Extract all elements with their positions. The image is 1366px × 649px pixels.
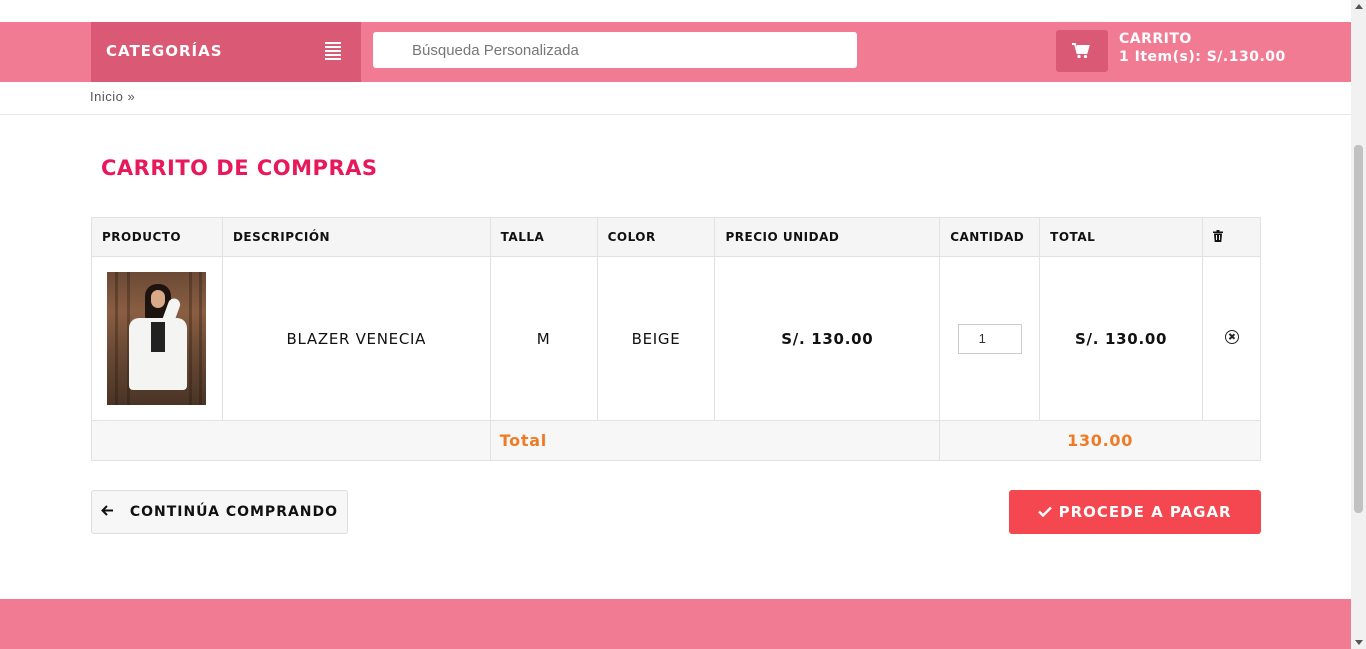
header-delete xyxy=(1202,217,1261,257)
total-row: Total 130.00 xyxy=(91,420,1261,461)
checkout-button[interactable]: PROCEDE A PAGAR xyxy=(1009,490,1261,534)
breadcrumb[interactable]: Inicio » xyxy=(90,89,135,104)
search-input[interactable] xyxy=(373,32,857,68)
checkout-label: PROCEDE A PAGAR xyxy=(1058,503,1232,521)
product-size: M xyxy=(489,256,598,421)
divider xyxy=(0,114,1351,115)
table-header-row: PRODUCTO DESCRIPCIÓN TALLA COLOR PRECIO … xyxy=(91,217,1261,257)
header-product: PRODUCTO xyxy=(91,217,223,257)
unit-price: S/. 130.00 xyxy=(714,256,941,421)
cart-icon xyxy=(1072,43,1090,59)
categories-menu[interactable]: CATEGORÍAS xyxy=(91,22,361,82)
quantity-cell xyxy=(939,256,1041,421)
continue-shopping-button[interactable]: CONTINÚA COMPRANDO xyxy=(91,490,348,534)
check-icon xyxy=(1038,503,1058,521)
cart-table: PRODUCTO DESCRIPCIÓN TALLA COLOR PRECIO … xyxy=(91,217,1261,461)
header-quantity: CANTIDAD xyxy=(939,217,1041,257)
header-description: DESCRIPCIÓN xyxy=(221,217,491,257)
remove-circle-icon[interactable] xyxy=(1224,329,1239,344)
remove-cell xyxy=(1202,256,1261,421)
cart-summary[interactable]: 1 Item(s): S/.130.00 xyxy=(1119,49,1286,65)
scroll-down-icon[interactable] xyxy=(1355,640,1363,645)
header-unit-price: PRECIO UNIDAD xyxy=(714,217,941,257)
categories-label: CATEGORÍAS xyxy=(106,42,223,60)
header-size: TALLA xyxy=(489,217,598,257)
menu-icon[interactable] xyxy=(325,42,341,60)
product-image[interactable] xyxy=(107,272,207,405)
page: CATEGORÍAS CARRITO 1 Item(s): S/.130.00 … xyxy=(0,0,1351,649)
continue-shopping-label: CONTINÚA COMPRANDO xyxy=(129,504,339,520)
row-total: S/. 130.00 xyxy=(1039,256,1203,421)
scroll-up-icon[interactable] xyxy=(1355,4,1363,9)
arrow-left-icon xyxy=(101,504,120,520)
header-total: TOTAL xyxy=(1039,217,1203,257)
trash-icon xyxy=(1213,229,1223,242)
total-label: Total xyxy=(489,420,941,461)
page-title: CARRITO DE COMPRAS xyxy=(101,156,378,180)
quantity-input[interactable] xyxy=(957,323,1022,354)
scrollbar[interactable] xyxy=(1351,0,1366,649)
cart-title[interactable]: CARRITO xyxy=(1119,31,1192,47)
product-description[interactable]: BLAZER VENECIA xyxy=(221,256,491,421)
header-color: COLOR xyxy=(596,217,716,257)
total-value: 130.00 xyxy=(939,420,1261,461)
scroll-thumb[interactable] xyxy=(1354,145,1363,513)
footer xyxy=(0,599,1351,649)
total-empty-cell xyxy=(91,420,491,461)
product-color: BEIGE xyxy=(596,256,716,421)
table-row: BLAZER VENECIA M BEIGE S/. 130.00 S/. 13… xyxy=(91,256,1261,421)
product-cell xyxy=(91,256,223,421)
cart-button[interactable] xyxy=(1056,30,1108,72)
header-bar: CATEGORÍAS CARRITO 1 Item(s): S/.130.00 xyxy=(0,22,1351,82)
